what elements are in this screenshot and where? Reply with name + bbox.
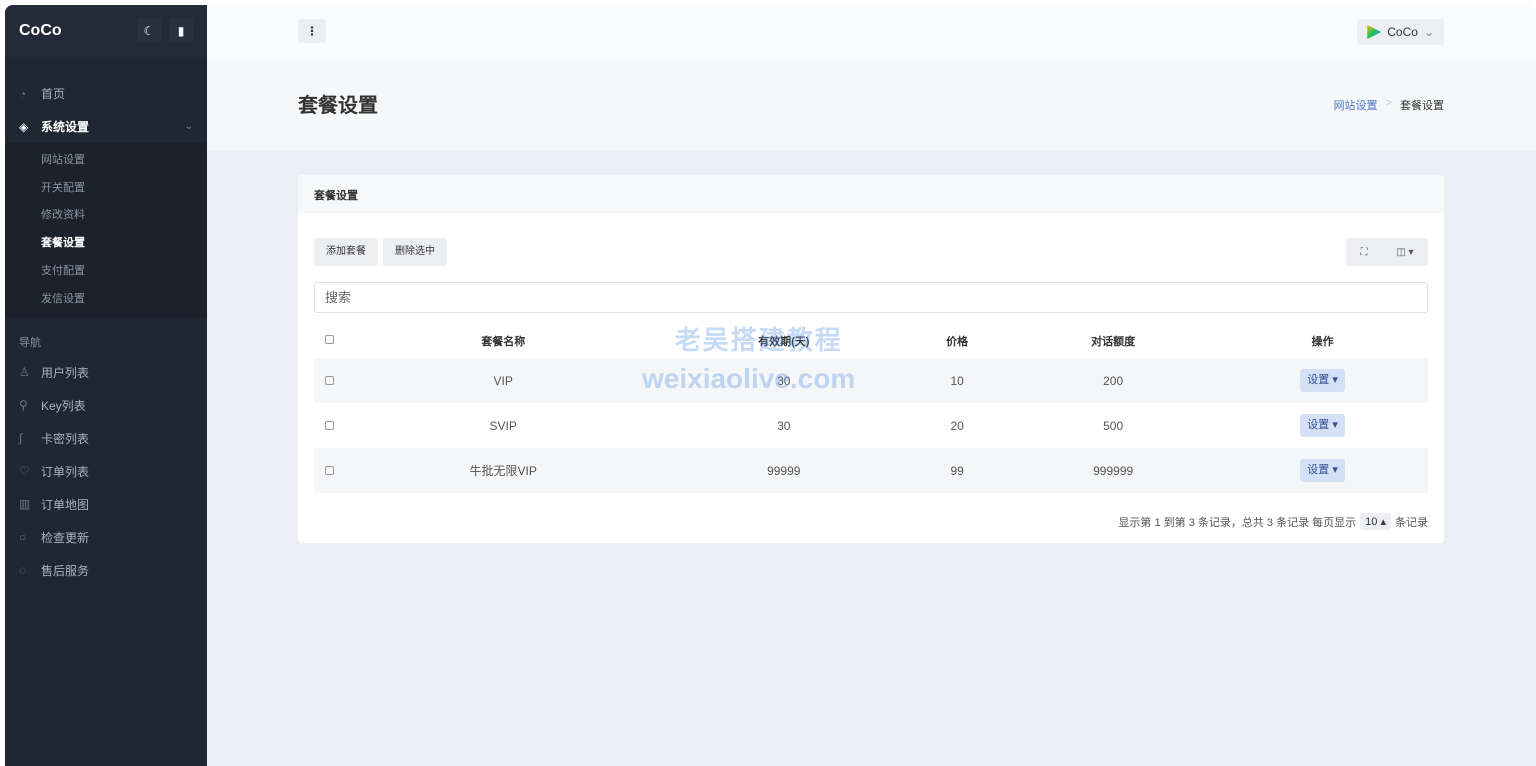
col-header: 操作 [1311, 335, 1334, 348]
sidebar-subitem[interactable]: 网站设置 [5, 145, 207, 173]
fullscreen-icon[interactable]: ⛶ [1360, 247, 1367, 258]
user-avatar [1367, 25, 1382, 39]
label: 检查更新 [41, 530, 90, 545]
brand-name: CoCo [19, 22, 62, 39]
sidebar-item[interactable]: ∫ 卡密列表 [5, 422, 207, 455]
cell: 10 [905, 358, 1010, 403]
pager-suffix: 条记录 [1395, 516, 1428, 529]
chevron-down-icon: ⌄ [1423, 25, 1434, 39]
page-header: 套餐设置 网站设置 > 套餐设置 [207, 57, 1536, 150]
label: 售后服务 [41, 563, 90, 578]
sidebar-subitem[interactable]: 开关配置 [5, 173, 207, 201]
settings-dropdown-button[interactable]: 设置 ▾ [1300, 414, 1345, 437]
sidebar-subitem[interactable]: 修改资料 [5, 201, 207, 229]
pin-icon[interactable]: ▮ [169, 19, 193, 43]
label: 用户列表 [41, 365, 90, 380]
package-table: 套餐名称 有效期(天) 价格 对话额度 操作 VIP 30 10 200 设置 ▾ SVI… [314, 323, 1428, 493]
sidebar-item[interactable]: ⚲ Key列表 [5, 389, 207, 422]
col-header[interactable]: 价格 [905, 323, 1009, 358]
delete-selected-button[interactable]: 删除选中 [383, 238, 447, 266]
search-input[interactable]: 搜索 [314, 282, 1428, 313]
page-size-select[interactable]: 10 ▴ [1360, 513, 1391, 530]
table-row: VIP 30 10 200 设置 ▾ [314, 358, 1428, 403]
heart-icon: ♡ [19, 464, 30, 479]
breadcrumb: 网站设置 > 套餐设置 [1334, 97, 1444, 113]
user-menu[interactable]: CoCo ⌄ [1357, 19, 1444, 45]
breadcrumb-link[interactable]: 网站设置 [1334, 97, 1378, 113]
label: Key列表 [41, 398, 86, 413]
map-icon: ▥ [19, 497, 31, 512]
sidebar-item[interactable]: ♙ 用户列表 [5, 356, 207, 389]
menu-button[interactable]: ⋮ [298, 19, 326, 43]
sidebar-subitem[interactable]: 支付配置 [5, 256, 207, 284]
key-icon: ⚲ [19, 398, 28, 413]
page-title: 套餐设置 [298, 95, 378, 117]
topbar: ⋮ CoCo ⌄ [207, 5, 1536, 57]
cell: 99999 [662, 448, 906, 493]
pagination: 显示第 1 到第 3 条记录，总共 3 条记录 每页显示 10 ▴ 条记录 [1118, 513, 1428, 530]
layers-icon: ◈ [19, 119, 29, 134]
label: 首页 [41, 87, 66, 101]
settings-dropdown-button[interactable]: 设置 ▾ [1300, 459, 1345, 482]
package-card: 套餐设置 添加套餐 删除选中 ⛶ ◫ ▾ 搜索 套餐名称 有效期(天) 价格 对话… [298, 175, 1444, 543]
settings-dropdown-button[interactable]: 设置 ▾ [1300, 369, 1345, 392]
sidebar-item-home[interactable]: ◔ 首页 [5, 77, 207, 110]
breadcrumb-current: 套餐设置 [1400, 100, 1444, 112]
card-title: 套餐设置 [298, 175, 1444, 213]
chevron-right-icon: > [1385, 97, 1392, 109]
dashboard-icon: ◔ [19, 86, 27, 101]
table-row: SVIP 30 20 500 设置 ▾ [314, 403, 1428, 448]
cell: 999999 [1009, 448, 1218, 493]
select-all-checkbox[interactable] [324, 334, 334, 344]
table-row: 牛批无限VIP 99999 99 999999 设置 ▾ [314, 448, 1428, 493]
col-header[interactable]: 套餐名称 [344, 323, 662, 358]
row-checkbox[interactable] [324, 420, 334, 430]
pager-text: 显示第 1 到第 3 条记录，总共 3 条记录 每页显示 [1118, 516, 1357, 529]
cell: 99 [905, 448, 1010, 493]
col-header[interactable]: 有效期(天) [662, 323, 905, 358]
user-icon: ♙ [19, 365, 30, 380]
label: 订单列表 [41, 464, 90, 479]
sidebar-item[interactable]: ▥ 订单地图 [5, 488, 207, 521]
label: 订单地图 [41, 497, 90, 512]
sidebar-item-system-settings[interactable]: ◈ 系统设置 ⌄ [5, 110, 207, 143]
chat-icon: ◌ [19, 563, 27, 578]
refresh-icon: ○ [19, 530, 27, 545]
cell: 20 [950, 418, 964, 433]
nav-section-label: 导航 [19, 336, 41, 349]
row-checkbox[interactable] [324, 465, 334, 475]
col-header[interactable]: 对话额度 [1009, 323, 1217, 358]
dark-mode-toggle[interactable]: ☾ [137, 19, 161, 43]
page-size: 10 [1365, 516, 1378, 528]
add-package-button[interactable]: 添加套餐 [314, 238, 378, 266]
sidebar-subitem[interactable]: 发信设置 [5, 284, 207, 312]
cell: VIP [344, 358, 663, 403]
label: 系统设置 [41, 120, 90, 134]
columns-icon[interactable]: ◫ ▾ [1396, 247, 1413, 258]
sidebar-item[interactable]: ○ 检查更新 [5, 521, 207, 554]
card-icon: ∫ [19, 431, 23, 446]
cell: 500 [1103, 418, 1124, 433]
cell: 200 [1009, 358, 1218, 403]
sidebar: CoCo ☾ ▮ ◔ 首页 ◈ 系统设置 ⌄ 网站设置 开关配置 修改资料 套餐设置 支付配置… [5, 5, 207, 766]
cell: 30 [777, 418, 791, 433]
cell: 30 [662, 358, 906, 403]
sidebar-subitem[interactable]: 套餐设置 [5, 228, 207, 256]
sidebar-item[interactable]: ◌ 售后服务 [5, 554, 207, 587]
cell: SVIP [489, 418, 517, 433]
label: 卡密列表 [41, 431, 90, 446]
chevron-down-icon: ⌄ [184, 121, 193, 132]
cell: 牛批无限VIP [344, 448, 663, 493]
label: 设置 [1307, 374, 1330, 386]
sidebar-item[interactable]: ♡ 订单列表 [5, 455, 207, 488]
user-name: CoCo [1387, 25, 1418, 39]
label: 设置 [1307, 464, 1330, 476]
label: 设置 [1307, 419, 1330, 431]
row-checkbox[interactable] [324, 375, 334, 385]
